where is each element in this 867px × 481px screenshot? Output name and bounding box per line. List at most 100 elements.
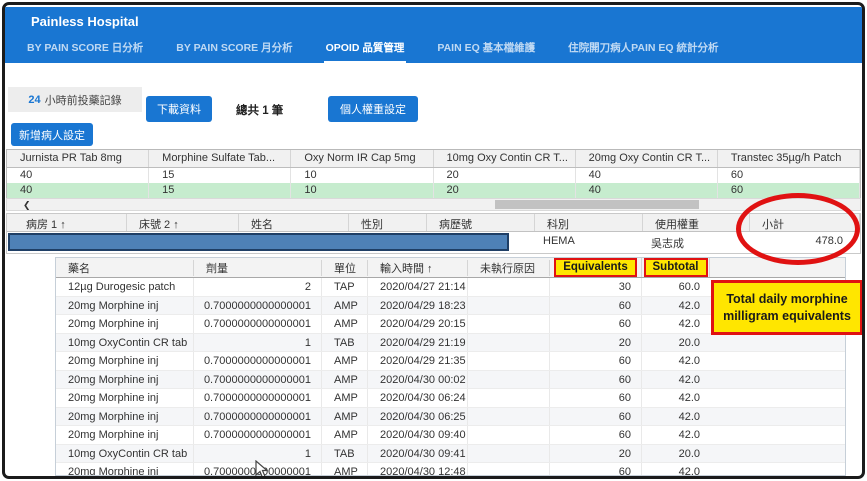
cell: 10mg OxyContin CR tab [56,445,194,463]
column-header-weight-user[interactable]: 使用權重 [643,214,750,231]
drug-weights-body: 401510204060401510204060 [7,168,860,198]
column-header-name[interactable]: 姓名 [239,214,349,231]
table-row[interactable]: 10mg OxyContin CR tab1TAB2020/04/30 09:4… [56,445,845,464]
column-header[interactable]: Jurnista PR Tab 8mg [7,150,149,167]
table-row[interactable]: 10mg OxyContin CR tab1TAB2020/04/29 21:1… [56,334,845,353]
cell: AMP [322,371,368,389]
table-row[interactable]: 20mg Morphine inj0.7000000000000001AMP20… [56,389,845,408]
cell: 20mg Morphine inj [56,463,194,476]
column-header-bed[interactable]: 床號 2 ↑ [127,214,239,231]
table-row[interactable]: 20mg Morphine inj0.7000000000000001AMP20… [56,371,845,390]
record-window-label: 小時前投藥記錄 [45,92,122,108]
cell: 42.0 [642,389,710,407]
column-header[interactable]: Oxy Norm IR Cap 5mg [291,150,433,167]
column-header-dose[interactable]: 劑量 [194,260,322,276]
table-row[interactable]: 20mg Morphine inj0.7000000000000001AMP20… [56,352,845,371]
personal-weight-button[interactable]: 個人權重設定 [328,96,418,122]
cell: 20mg Morphine inj [56,389,194,407]
tab-opoid-quality[interactable]: OPOID 品質管理 [324,38,407,63]
cell: 60 [550,352,642,370]
tab-pain-score-daily[interactable]: BY PAIN SCORE 日分析 [25,38,145,61]
cell [468,445,550,463]
cell: 2020/04/29 18:23 [368,297,468,315]
column-header-unit[interactable]: 單位 [322,260,368,276]
cell: 60 [550,426,642,444]
cell: 60.0 [642,278,710,296]
patients-header: 病房 1 ↑ 床號 2 ↑ 姓名 性別 病歷號 科別 使用權重 小計 [7,214,860,232]
column-header-subtotal[interactable]: Subtotal [642,258,710,277]
cell [468,408,550,426]
cell: 0.7000000000000001 [194,389,322,407]
table-row[interactable]: 401510204060 [7,183,860,198]
cell: 2020/04/29 20:15 [368,315,468,333]
scrollbar-thumb[interactable] [495,200,699,209]
redacted-patient-info-bar[interactable] [8,233,509,251]
cell [468,315,550,333]
cell: 20 [434,168,576,183]
cell [468,352,550,370]
patients-table: 病房 1 ↑ 床號 2 ↑ 姓名 性別 病歷號 科別 使用權重 小計 HEMA … [6,213,861,254]
cell: AMP [322,426,368,444]
cell: 60 [550,408,642,426]
tab-pain-eq-stats[interactable]: 住院開刀病人PAIN EQ 統計分析 [566,38,720,61]
cell: 20mg Morphine inj [56,426,194,444]
cell: 20mg Morphine inj [56,315,194,333]
cell: 42.0 [642,297,710,315]
cell: 42.0 [642,408,710,426]
cell: 60 [550,315,642,333]
cell: 0.7000000000000001 [194,371,322,389]
table-row[interactable]: 20mg Morphine inj0.7000000000000001AMP20… [56,463,845,476]
column-header-sex[interactable]: 性別 [349,214,427,231]
column-header-ward[interactable]: 病房 1 ↑ [7,214,127,231]
cell: 10 [291,183,433,198]
column-header[interactable]: 20mg Oxy Contin CR T... [576,150,718,167]
cell [468,278,550,296]
column-header-subtotal[interactable]: 小計 [750,214,860,231]
table-row[interactable]: 20mg Morphine inj0.7000000000000001AMP20… [56,408,845,427]
cell: 0.7000000000000001 [194,352,322,370]
cell: 0.7000000000000001 [194,408,322,426]
cell: 10 [291,168,433,183]
cell: 20mg Morphine inj [56,352,194,370]
screenshot-stage: Painless Hospital BY PAIN SCORE 日分析 BY P… [0,0,867,481]
cell: 0.7000000000000001 [194,297,322,315]
total-count-label: 總共 1 筆 [236,102,283,118]
column-header[interactable]: 10mg Oxy Contin CR T... [434,150,576,167]
cell: 20.0 [642,445,710,463]
column-header-dept[interactable]: 科別 [535,214,643,231]
tab-pain-eq-master[interactable]: PAIN EQ 基本檔維護 [435,38,537,61]
download-data-button[interactable]: 下載資料 [146,96,212,122]
table-row[interactable]: 401510204060 [7,168,860,183]
cell: 0.7000000000000001 [194,426,322,444]
column-header-drug[interactable]: 藥名 [56,260,194,276]
cell: AMP [322,408,368,426]
cell [468,371,550,389]
cell: 20 [434,183,576,198]
column-header[interactable]: Transtec 35µg/h Patch [718,150,860,167]
table-row[interactable]: 20mg Morphine inj0.7000000000000001AMP20… [56,426,845,445]
column-header[interactable]: Morphine Sulfate Tab... [149,150,291,167]
cell: 1 [194,334,322,352]
column-header-not-executed-reason[interactable]: 未執行原因 [468,260,550,276]
cell: 60 [550,389,642,407]
cell [468,334,550,352]
column-header-equivalents[interactable]: Equivalents [550,258,642,277]
column-header-chart-no[interactable]: 病歷號 [427,214,535,231]
cell: 2020/04/27 21:14 [368,278,468,296]
cell: 2020/04/30 06:25 [368,408,468,426]
horizontal-scrollbar[interactable]: ❮ [6,198,861,211]
scroll-left-icon[interactable]: ❮ [23,199,31,211]
cell: 20mg Morphine inj [56,371,194,389]
subtotal-highlight: Subtotal [644,258,708,277]
patient-row[interactable]: HEMA 吳志成 478.0 [7,232,860,253]
tab-pain-score-monthly[interactable]: BY PAIN SCORE 月分析 [174,38,294,61]
cell [468,426,550,444]
cell: 0.7000000000000001 [194,315,322,333]
cell: 20mg Morphine inj [56,408,194,426]
add-patient-button[interactable]: 新增病人設定 [11,123,93,146]
cell: 60 [718,168,860,183]
app-title: Painless Hospital [31,14,139,29]
drug-weights-table: Jurnista PR Tab 8mg Morphine Sulfate Tab… [6,149,861,198]
cell: 2020/04/30 09:40 [368,426,468,444]
column-header-entry-time[interactable]: 輸入時間 ↑ [368,260,468,276]
